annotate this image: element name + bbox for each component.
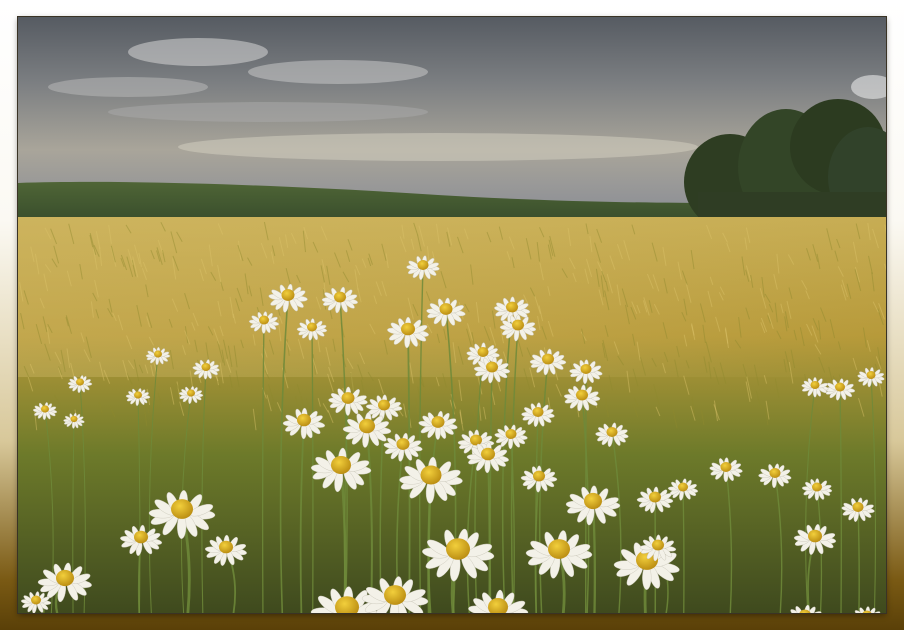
photo-frame — [0, 0, 904, 630]
landscape-photo — [18, 17, 886, 613]
chamomile-field-scene — [18, 17, 886, 613]
